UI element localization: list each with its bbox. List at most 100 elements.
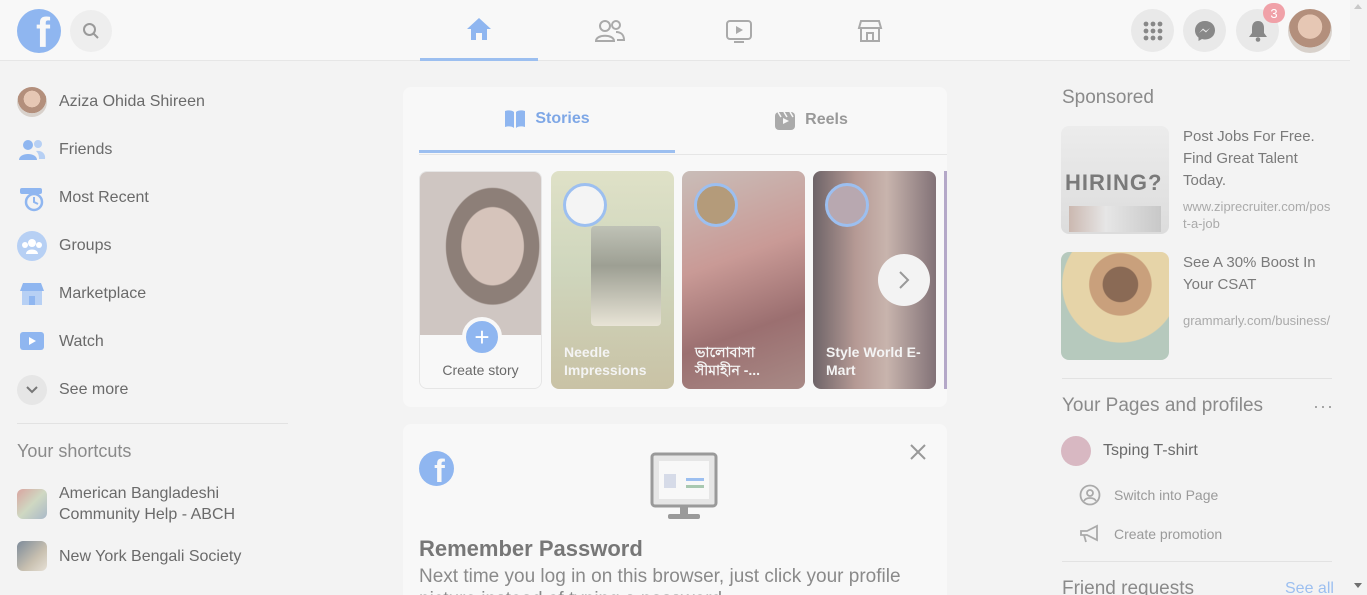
account-avatar[interactable]: [1288, 9, 1332, 53]
friend-requests-title: Friend requests: [1062, 578, 1195, 595]
sidebar-item-groups[interactable]: Groups: [17, 226, 111, 266]
watch-icon: [17, 327, 47, 357]
tab-marketplace[interactable]: [811, 0, 929, 61]
book-icon: [505, 109, 526, 128]
story-dress-image: [591, 226, 661, 326]
home-icon: [467, 18, 491, 40]
menu-button[interactable]: [1131, 9, 1174, 52]
create-promotion-action[interactable]: Create promotion: [1078, 522, 1222, 546]
story-name: ভালোবাসা সীমাহীন -...: [695, 344, 761, 378]
page-scrollbar[interactable]: [1350, 0, 1367, 595]
sidebar-item-label: Friends: [59, 141, 113, 158]
search-button[interactable]: [70, 10, 112, 52]
friends-icon: [595, 19, 625, 42]
grid-menu-icon: [1143, 21, 1162, 40]
sponsored-ad[interactable]: See A 30% Boost In Your CSAT grammarly.c…: [1061, 252, 1333, 362]
marketplace-icon: [17, 279, 47, 309]
sidebar-item-friends[interactable]: Friends: [17, 130, 112, 170]
search-icon: [83, 23, 99, 39]
shortcut-item[interactable]: New York Bengali Society: [17, 541, 241, 571]
story-name: Style World E-Mart: [826, 344, 921, 378]
notifications-badge: 3: [1263, 3, 1285, 23]
chevron-down-icon: [17, 375, 47, 405]
sidebar-divider: [17, 423, 288, 424]
top-navigation-bar: f 3: [0, 0, 1350, 61]
right-divider: [1062, 378, 1332, 379]
chevron-right-icon: [899, 271, 910, 289]
tab-friends[interactable]: [551, 0, 669, 61]
sidebar-item-marketplace[interactable]: Marketplace: [17, 274, 146, 314]
sidebar-item-label: Marketplace: [59, 285, 147, 302]
facebook-logo[interactable]: f: [17, 9, 61, 53]
sidebar-item-label: Most Recent: [59, 189, 149, 206]
user-photo: [420, 172, 541, 337]
close-button[interactable]: [906, 440, 930, 464]
sidebar-see-more[interactable]: See more: [17, 370, 128, 410]
reels-icon: [775, 111, 796, 130]
computer-illustration: [650, 452, 718, 519]
shortcuts-title: Your shortcuts: [17, 441, 132, 461]
scroll-up-arrow[interactable]: [1354, 4, 1362, 9]
groups-icon: [17, 231, 47, 261]
logo-letter: f: [434, 453, 445, 486]
tab-reels[interactable]: Reels: [675, 87, 947, 153]
ad-image-graphic: [1069, 206, 1161, 232]
promotion-label: Create promotion: [1114, 526, 1223, 542]
sidebar-item-label: Watch: [59, 333, 104, 350]
story-card[interactable]: Needle Impressions: [551, 171, 674, 389]
sponsored-title: Sponsored: [1062, 87, 1154, 108]
shortcut-label: New York Bengali Society: [59, 547, 242, 565]
shortcut-item[interactable]: American Bangladeshi Community Help - AB…: [17, 483, 259, 525]
stories-card: Stories Reels + Create story Needle Impr…: [403, 87, 947, 407]
ad-image: HIRING?: [1061, 126, 1169, 234]
facebook-logo: f: [419, 451, 454, 486]
switch-label: Switch into Page: [1114, 487, 1219, 503]
marketplace-icon: [857, 19, 883, 42]
ad-title: Post Jobs For Free. Find Great Talent To…: [1183, 128, 1315, 189]
stories-next-button[interactable]: [878, 254, 930, 306]
bell-icon: [1248, 20, 1267, 42]
story-avatar: [825, 183, 869, 227]
pages-title: Your Pages and profiles: [1062, 395, 1264, 416]
page-item[interactable]: Tsping T-shirt: [1061, 436, 1198, 466]
tab-stories-label: Stories: [535, 109, 590, 127]
story-card-partial: [944, 171, 947, 389]
profile-avatar: [17, 87, 47, 117]
sponsored-ad[interactable]: HIRING? Post Jobs For Free. Find Great T…: [1061, 126, 1333, 236]
story-avatar: [694, 183, 738, 227]
switch-into-page-action[interactable]: Switch into Page: [1078, 483, 1218, 507]
scroll-down-arrow[interactable]: [1354, 583, 1362, 588]
remember-password-card: f Remember Password Next time you log in…: [403, 424, 947, 595]
sidebar-item-watch[interactable]: Watch: [17, 322, 104, 362]
story-card[interactable]: ভালোবাসা সীমাহীন -...: [682, 171, 805, 389]
shortcut-thumbnail: [17, 541, 47, 571]
tab-home[interactable]: [420, 0, 538, 61]
sidebar-item-label: See more: [59, 381, 129, 398]
messenger-button[interactable]: [1183, 9, 1226, 52]
profile-name: Aziza Ohida Shireen: [59, 93, 205, 110]
ad-image: [1061, 252, 1169, 360]
story-avatar: [563, 183, 607, 227]
create-story-card[interactable]: + Create story: [419, 171, 542, 389]
create-story-label: Create story: [442, 362, 519, 378]
ad-title: See A 30% Boost In Your CSAT: [1183, 254, 1316, 293]
logo-letter: f: [36, 9, 50, 54]
more-options-icon[interactable]: ···: [1313, 396, 1334, 417]
ad-url: grammarly.com/business/: [1183, 313, 1331, 328]
messenger-icon: [1194, 20, 1215, 41]
close-icon: [910, 444, 926, 460]
tabs-divider: [419, 154, 947, 155]
sidebar-item-most-recent[interactable]: Most Recent: [17, 178, 149, 218]
clock-icon: [17, 183, 47, 213]
tab-stories[interactable]: Stories: [419, 87, 675, 153]
ad-image-text: HIRING?: [1065, 170, 1163, 195]
friends-icon: [17, 135, 47, 165]
see-all-link[interactable]: See all: [1285, 580, 1334, 595]
shortcut-thumbnail: [17, 489, 47, 519]
page-avatar: [1061, 436, 1091, 466]
tab-watch[interactable]: [680, 0, 798, 61]
story-name: Needle Impressions: [564, 344, 647, 378]
card-title: Remember Password: [419, 536, 643, 561]
ad-url: www.ziprecruiter.com/post-a-job: [1183, 199, 1331, 231]
sidebar-profile[interactable]: Aziza Ohida Shireen: [17, 82, 205, 122]
